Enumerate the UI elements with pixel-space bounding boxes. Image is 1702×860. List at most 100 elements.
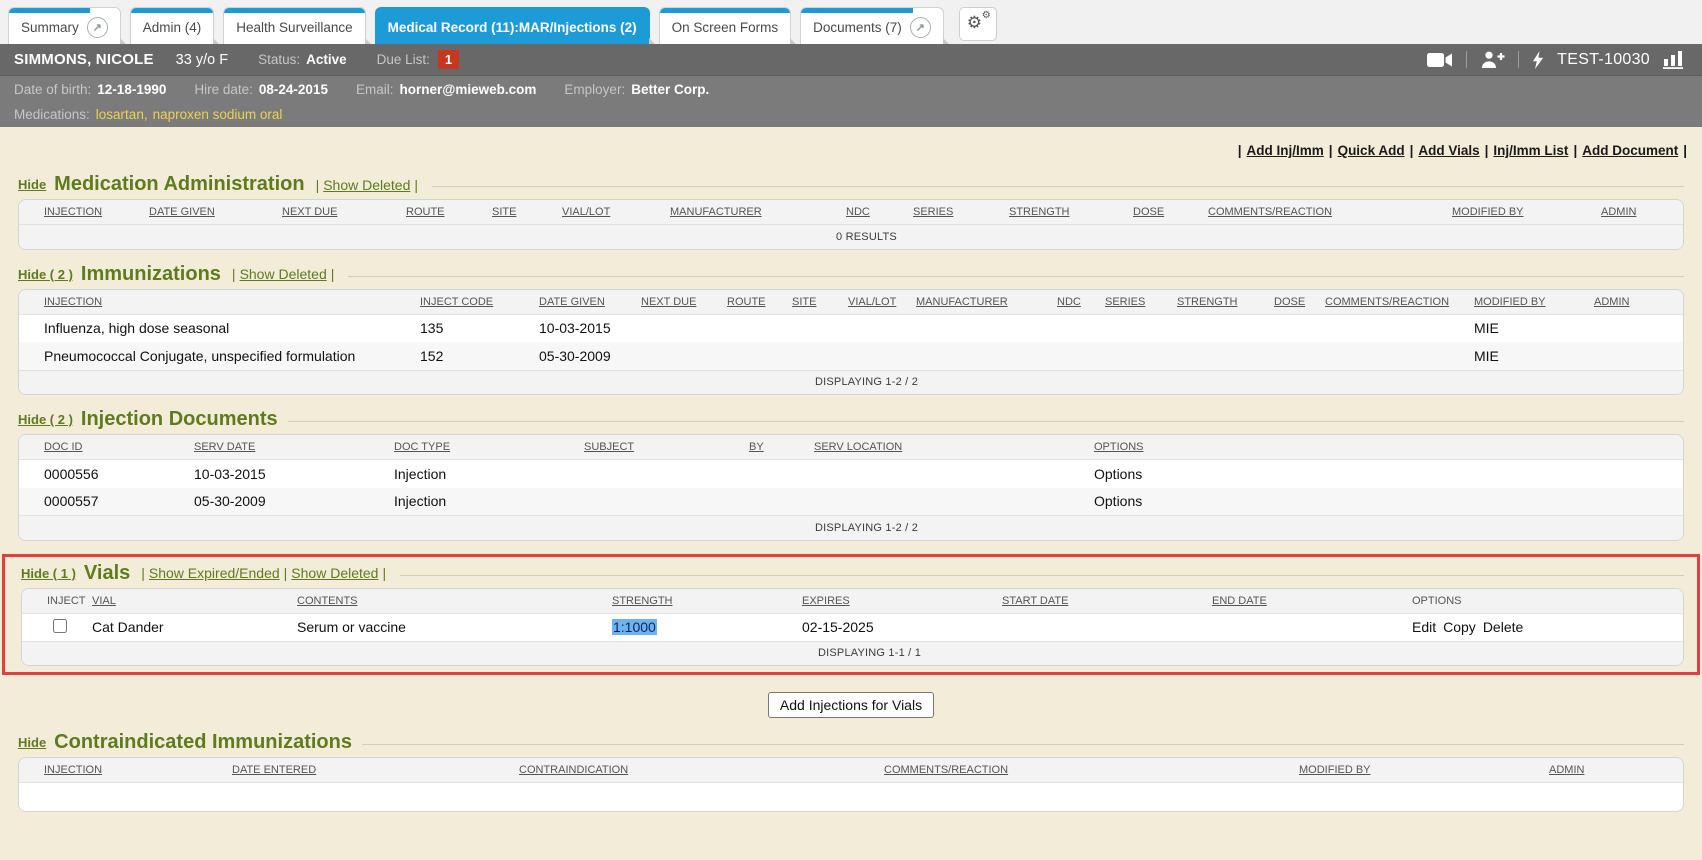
show-deleted-link[interactable]: Show Deleted — [240, 266, 327, 282]
hide-link[interactable]: Hide — [18, 177, 46, 192]
column-header[interactable]: ADMIN — [1601, 200, 1684, 225]
column-header[interactable]: DATE GIVEN — [539, 290, 641, 315]
options-link[interactable]: Options — [1094, 493, 1142, 509]
add-injections-for-vials-button[interactable]: Add Injections for Vials — [768, 692, 934, 718]
table-cell — [1274, 314, 1325, 342]
options-link[interactable]: Options — [1094, 466, 1142, 482]
medication-link[interactable]: naproxen sodium oral — [153, 107, 283, 122]
column-header[interactable]: SERV DATE — [194, 435, 394, 460]
show-deleted-link[interactable]: Show Deleted — [323, 177, 410, 193]
add-inj-imm-link[interactable]: Add Inj/Imm — [1247, 143, 1324, 158]
column-header[interactable]: NEXT DUE — [641, 290, 727, 315]
dob-label: Date of birth: — [14, 82, 91, 97]
column-header[interactable]: DOSE — [1133, 200, 1208, 225]
column-header[interactable]: SUBJECT — [584, 435, 749, 460]
column-header[interactable]: COMMENTS/REACTION — [884, 758, 1299, 783]
popout-icon[interactable]: ↗ — [910, 17, 931, 38]
show-expired-ended-link[interactable]: Show Expired/Ended — [149, 565, 280, 581]
column-header[interactable]: INJECT CODE — [420, 290, 539, 315]
column-header[interactable]: MANUFACTURER — [670, 200, 846, 225]
add-user-icon[interactable] — [1480, 51, 1505, 68]
column-header[interactable]: VIAL/LOT — [848, 290, 916, 315]
delete-link[interactable]: Delete — [1483, 619, 1523, 635]
column-header[interactable]: SITE — [792, 290, 848, 315]
column-header[interactable]: SERIES — [913, 200, 1009, 225]
table-cell — [641, 342, 727, 370]
tab-medical-record[interactable]: Medical Record (11):MAR/Injections (2) — [375, 7, 650, 44]
lightning-icon[interactable] — [1532, 51, 1544, 69]
medication-link[interactable]: losartan — [96, 107, 144, 122]
add-vials-link[interactable]: Add Vials — [1418, 143, 1479, 158]
column-header[interactable]: NEXT DUE — [282, 200, 406, 225]
column-header[interactable]: DATE ENTERED — [232, 758, 519, 783]
red-annotation-box: Hide ( 1 ) Vials |Show Expired/Ended|Sho… — [2, 554, 1700, 676]
tab-health-surveillance[interactable]: Health Surveillance — [223, 7, 365, 44]
column-header[interactable]: DOC ID — [19, 435, 194, 460]
column-header[interactable]: STRENGTH — [1177, 290, 1274, 315]
column-header[interactable]: CONTENTS — [297, 589, 612, 614]
column-header[interactable]: CONTRAINDICATION — [519, 758, 884, 783]
column-header[interactable]: ROUTE — [406, 200, 492, 225]
column-header[interactable]: COMMENTS/REACTION — [1325, 290, 1474, 315]
tab-admin[interactable]: Admin (4) — [130, 7, 215, 44]
column-header[interactable]: MODIFIED BY — [1452, 200, 1601, 225]
column-header[interactable]: COMMENTS/REACTION — [1208, 200, 1452, 225]
column-header[interactable]: MODIFIED BY — [1474, 290, 1594, 315]
column-header[interactable]: MANUFACTURER — [916, 290, 1057, 315]
column-header[interactable]: END DATE — [1212, 589, 1412, 614]
column-header[interactable]: ADMIN — [1549, 758, 1684, 783]
edit-link[interactable]: Edit — [1412, 619, 1436, 635]
column-header[interactable]: SERIES — [1105, 290, 1177, 315]
column-header[interactable]: NDC — [1057, 290, 1105, 315]
column-header[interactable]: DATE GIVEN — [149, 200, 282, 225]
column-header[interactable]: DOSE — [1274, 290, 1325, 315]
hide-link[interactable]: Hide ( 2 ) — [18, 267, 73, 282]
column-header[interactable]: ROUTE — [727, 290, 792, 315]
column-header[interactable]: STRENGTH — [1009, 200, 1133, 225]
bar-chart-icon[interactable] — [1663, 51, 1686, 69]
hide-link[interactable]: Hide ( 1 ) — [21, 566, 76, 581]
column-header[interactable]: VIAL — [92, 589, 297, 614]
table-cell — [1212, 613, 1412, 641]
column-header[interactable]: MODIFIED BY — [1299, 758, 1549, 783]
vials-panel: INJECTVIALCONTENTSSTRENGTHEXPIRESSTART D… — [21, 588, 1684, 667]
video-camera-icon[interactable] — [1427, 52, 1453, 68]
column-header[interactable]: VIAL/LOT — [562, 200, 670, 225]
due-list-badge[interactable]: 1 — [438, 50, 459, 69]
column-header[interactable]: INJECTION — [19, 290, 420, 315]
column-header[interactable]: STRENGTH — [612, 589, 802, 614]
column-header[interactable]: INJECT — [22, 589, 92, 614]
hide-link[interactable]: Hide ( 2 ) — [18, 412, 73, 427]
divider — [1518, 51, 1519, 68]
legend-rule — [432, 186, 1684, 187]
table-cell: Serum or vaccine — [297, 613, 612, 641]
column-header[interactable]: INJECTION — [19, 758, 232, 783]
column-header[interactable]: BY — [749, 435, 814, 460]
settings-button[interactable]: ⚙ ⚙ — [959, 7, 997, 41]
vial-select-checkbox[interactable] — [53, 619, 67, 633]
column-header[interactable]: INJECTION — [19, 200, 149, 225]
column-header[interactable]: OPTIONS — [1412, 589, 1684, 614]
hire-date-value: 08-24-2015 — [259, 82, 328, 97]
add-document-link[interactable]: Add Document — [1582, 143, 1678, 158]
copy-link[interactable]: Copy — [1443, 619, 1476, 635]
column-header[interactable]: NDC — [846, 200, 913, 225]
table-cell — [792, 314, 848, 342]
tab-bar: Summary ↗ Admin (4) Health Surveillance … — [0, 0, 1702, 44]
column-header[interactable]: SERV LOCATION — [814, 435, 1094, 460]
show-deleted-link[interactable]: Show Deleted — [291, 565, 378, 581]
column-header[interactable]: SITE — [492, 200, 562, 225]
tab-summary[interactable]: Summary ↗ — [8, 7, 121, 44]
column-header[interactable]: EXPIRES — [802, 589, 1002, 614]
tab-on-screen-forms[interactable]: On Screen Forms — [659, 7, 792, 44]
popout-icon[interactable]: ↗ — [87, 17, 108, 38]
column-header[interactable]: OPTIONS — [1094, 435, 1684, 460]
column-header[interactable]: START DATE — [1002, 589, 1212, 614]
quick-add-link[interactable]: Quick Add — [1338, 143, 1405, 158]
inj-imm-list-link[interactable]: Inj/Imm List — [1493, 143, 1568, 158]
hide-link[interactable]: Hide — [18, 735, 46, 750]
column-header[interactable]: ADMIN — [1594, 290, 1684, 315]
column-header[interactable]: DOC TYPE — [394, 435, 584, 460]
table-cell — [727, 314, 792, 342]
tab-documents[interactable]: Documents (7) ↗ — [800, 7, 944, 44]
